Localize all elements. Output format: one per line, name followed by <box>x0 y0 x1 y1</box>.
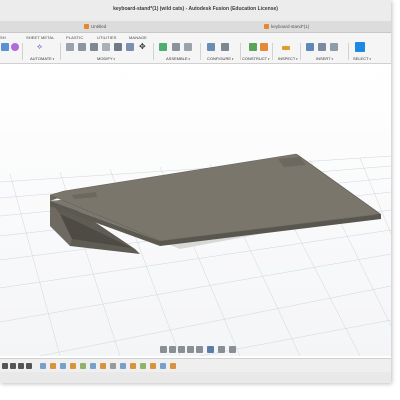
toolbar-divider <box>153 43 154 60</box>
timeline-start-icon[interactable] <box>2 363 8 369</box>
timeline-sketch-icon[interactable] <box>60 363 66 369</box>
timeline-sketch-icon[interactable] <box>90 363 96 369</box>
tab-manage[interactable]: MANAGE <box>129 35 147 40</box>
look-at-icon[interactable] <box>169 346 176 353</box>
form-sphere-icon[interactable] <box>11 43 19 51</box>
ribbon-toolbar: SH SHEET METAL PLASTIC UTILITIES MANAGE … <box>0 33 391 64</box>
design-timeline <box>0 358 391 373</box>
toolbar-divider <box>348 43 349 60</box>
axis-icon[interactable] <box>260 43 268 51</box>
title-bar: keyboard-stand*(1) (wild cats) - Autodes… <box>0 0 391 22</box>
toolbar-divider <box>200 43 201 60</box>
construct-menu[interactable]: CONSTRUCT <box>242 56 269 61</box>
automate-menu[interactable]: AUTOMATE <box>30 56 54 61</box>
fillet-icon[interactable] <box>78 43 86 51</box>
select-cursor-icon[interactable] <box>355 42 365 52</box>
chamfer-icon[interactable] <box>90 43 98 51</box>
timeline-feature-icon[interactable] <box>110 363 116 369</box>
move-copy-icon[interactable]: ✥ <box>139 43 146 51</box>
doc-tab-label: keyboard-stand*(1) <box>271 24 310 29</box>
timeline-extrude-icon[interactable] <box>100 363 106 369</box>
measure-icon[interactable] <box>282 46 290 50</box>
timeline-sketch-icon[interactable] <box>160 363 166 369</box>
app-window: keyboard-stand*(1) (wild cats) - Autodes… <box>0 0 391 383</box>
document-tab-bar: Untitled keyboard-stand*(1) <box>0 21 391 33</box>
timeline-prev-icon[interactable] <box>10 363 16 369</box>
insert-menu[interactable]: INSERT <box>316 56 333 61</box>
inspect-menu[interactable]: INSPECT <box>278 56 298 61</box>
joint-icon[interactable] <box>172 43 180 51</box>
timeline-extrude-icon[interactable] <box>150 363 156 369</box>
press-pull-icon[interactable] <box>66 43 74 51</box>
tab-plastic[interactable]: PLASTIC <box>66 35 83 40</box>
viewports-icon[interactable] <box>229 346 236 353</box>
orbit-icon[interactable] <box>160 346 167 353</box>
fit-icon[interactable] <box>196 346 203 353</box>
configure-menu[interactable]: CONFIGURE <box>207 56 233 61</box>
insert-canvas-icon[interactable] <box>330 43 338 51</box>
fusion-file-icon <box>264 24 269 29</box>
timeline-sketch-icon[interactable] <box>120 363 126 369</box>
status-bar <box>0 372 391 383</box>
display-settings-icon[interactable] <box>207 346 214 353</box>
timeline-next-icon[interactable] <box>26 363 32 369</box>
timeline-extrude-icon[interactable] <box>130 363 136 369</box>
viewport-canvas <box>0 153 391 357</box>
toolbar-divider <box>240 43 241 60</box>
automate-icon[interactable]: ⟡ <box>37 43 42 51</box>
configure-table-icon[interactable] <box>207 43 215 51</box>
timeline-extrude-icon[interactable] <box>70 363 76 369</box>
doc-tab-keyboard-stand[interactable]: keyboard-stand*(1) <box>264 22 309 32</box>
window-title: keyboard-stand*(1) (wild cats) - Autodes… <box>113 6 278 12</box>
3d-viewport[interactable] <box>0 64 391 357</box>
toolbar-divider <box>300 43 301 60</box>
timeline-feature-icon[interactable] <box>80 363 86 369</box>
new-component-icon[interactable] <box>159 43 167 51</box>
shell-icon[interactable] <box>102 43 110 51</box>
combine-icon[interactable] <box>114 43 122 51</box>
tab-sheet-metal[interactable]: SHEET METAL <box>26 35 55 40</box>
assemble-menu[interactable]: ASSEMBLE <box>166 56 190 61</box>
modify-menu[interactable]: MODIFY <box>97 56 115 61</box>
toolbar-divider <box>22 43 23 60</box>
tab-utilities[interactable]: UTILITIES <box>97 35 117 40</box>
timeline-sketch-icon[interactable] <box>40 363 46 369</box>
create-tool-icon[interactable] <box>1 43 9 51</box>
zoom-icon[interactable] <box>187 346 194 353</box>
doc-tab-label: Untitled <box>91 24 107 29</box>
toolbar-divider <box>272 43 273 60</box>
offset-plane-icon[interactable] <box>249 43 257 51</box>
grid-settings-icon[interactable] <box>218 346 225 353</box>
as-built-joint-icon[interactable] <box>184 43 192 51</box>
doc-tab-untitled[interactable]: Untitled <box>84 22 106 32</box>
timeline-extrude-icon[interactable] <box>50 363 56 369</box>
insert-derive-icon[interactable] <box>306 43 314 51</box>
fusion-file-icon <box>84 24 89 29</box>
pan-icon[interactable] <box>178 346 185 353</box>
insert-mesh-icon[interactable] <box>318 43 326 51</box>
scale-icon[interactable] <box>126 43 134 51</box>
configure-rule-icon[interactable] <box>221 43 229 51</box>
timeline-extrude-icon[interactable] <box>170 363 176 369</box>
tab-solid[interactable]: SH <box>0 35 6 40</box>
select-menu[interactable]: SELECT <box>353 56 371 61</box>
timeline-feature-icon[interactable] <box>140 363 146 369</box>
timeline-play-icon[interactable] <box>18 363 24 369</box>
toolbar-divider <box>60 43 61 60</box>
